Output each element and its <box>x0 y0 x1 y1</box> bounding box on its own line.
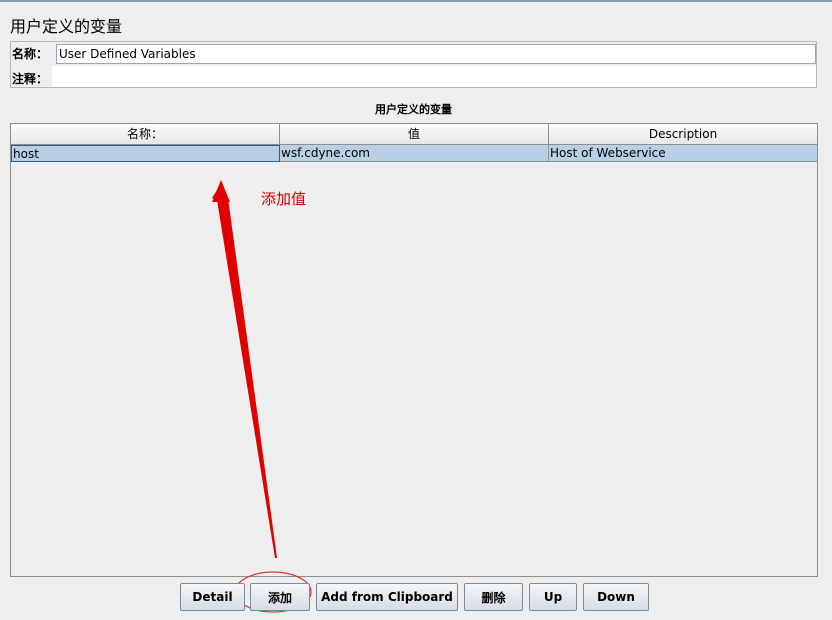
annotation-overlay <box>212 180 312 613</box>
red-arrowhead <box>212 180 230 202</box>
delete-button[interactable]: 删除 <box>464 583 523 611</box>
add-button[interactable]: 添加 <box>250 583 310 611</box>
detail-button[interactable]: Detail <box>180 583 245 611</box>
annotation-label: 添加值 <box>261 190 307 208</box>
red-arrow <box>212 184 277 558</box>
down-button[interactable]: Down <box>583 583 649 611</box>
up-button[interactable]: Up <box>529 583 577 611</box>
add-from-clipboard-button[interactable]: Add from Clipboard <box>316 583 458 611</box>
